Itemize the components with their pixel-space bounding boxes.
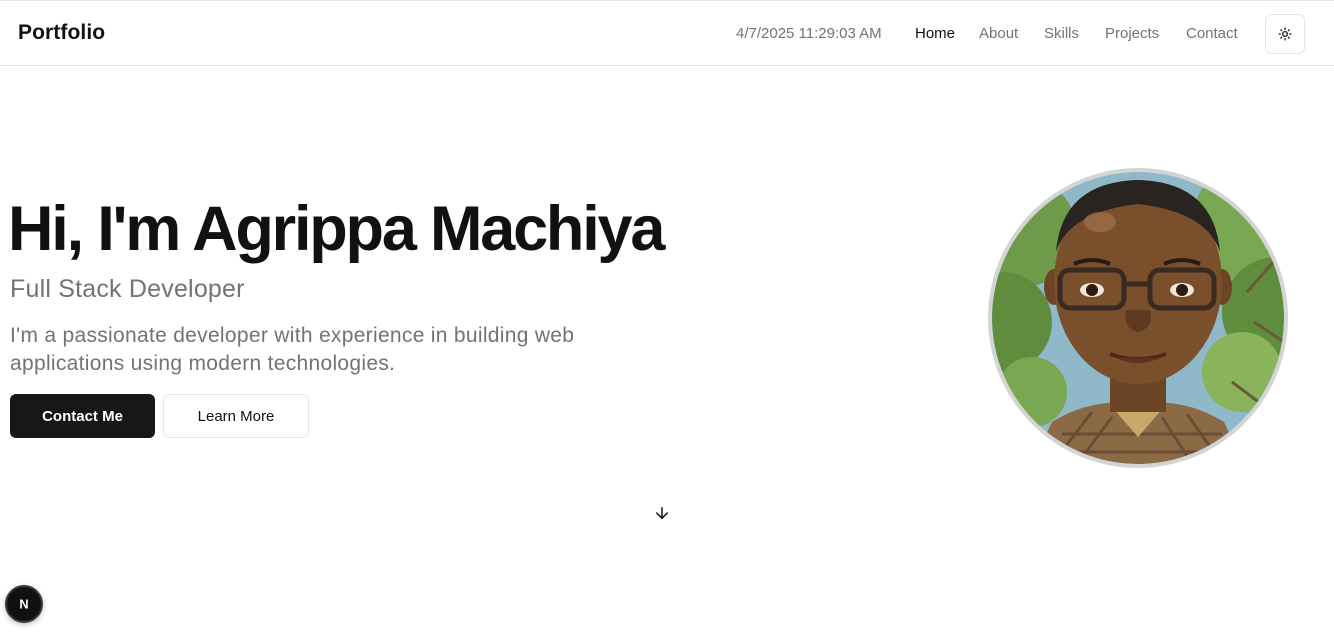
brand-logo-text[interactable]: Portfolio [18,21,105,45]
sun-icon [1278,27,1292,41]
nav-link-contact[interactable]: Contact [1186,25,1238,42]
arrow-down-icon [656,507,668,519]
learn-more-button[interactable]: Learn More [163,394,309,438]
hero-title: Hi, I'm Agrippa Machiya [8,194,665,264]
hero-description: I'm a passionate developer with experien… [10,324,575,375]
top-navbar: Portfolio 4/7/2025 11:29:03 AM Home Abou… [0,0,1334,66]
nav-link-home[interactable]: Home [915,25,955,42]
nextjs-dev-badge[interactable]: N [5,585,43,623]
nav-link-projects[interactable]: Projects [1105,25,1159,42]
current-datetime: 4/7/2025 11:29:03 AM [736,25,882,42]
hero-role: Full Stack Developer [10,275,245,303]
profile-avatar [988,168,1288,468]
svg-text:N: N [19,597,28,612]
scroll-down-button[interactable] [653,504,671,522]
profile-portrait-illustration [992,172,1284,464]
theme-toggle-button[interactable] [1265,14,1305,54]
nextjs-logo-icon: N [19,597,28,612]
nav-link-skills[interactable]: Skills [1044,25,1079,42]
nav-link-about[interactable]: About [979,25,1018,42]
contact-me-button[interactable]: Contact Me [10,394,155,438]
